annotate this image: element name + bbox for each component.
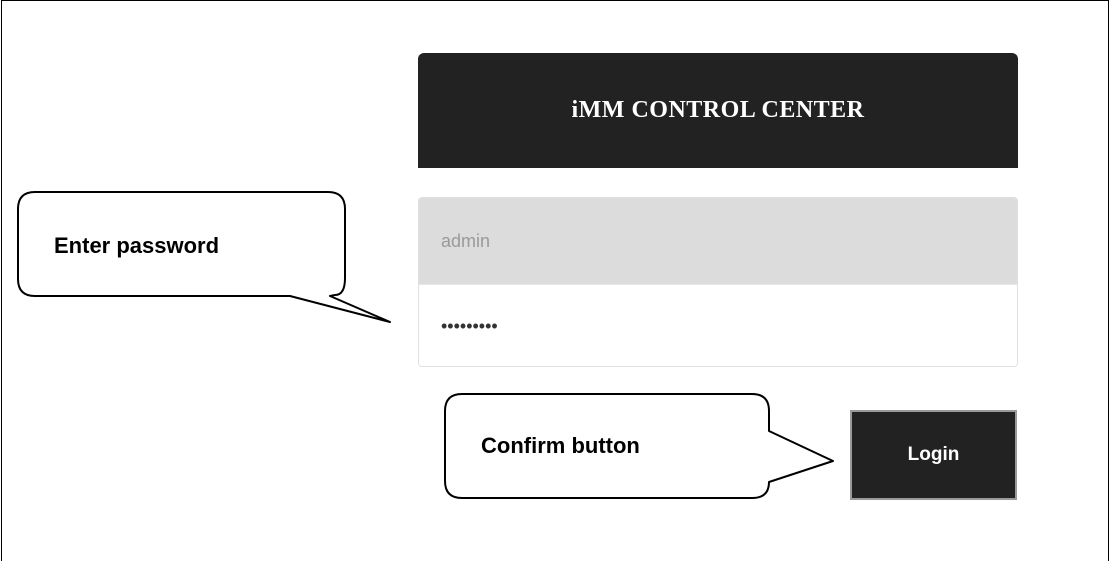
login-button[interactable]: Login xyxy=(850,410,1017,500)
app-title: iMM CONTROL CENTER xyxy=(571,97,865,123)
login-form xyxy=(418,197,1018,367)
password-callout-label: Enter password xyxy=(54,233,220,258)
app-header: iMM CONTROL CENTER xyxy=(418,53,1018,168)
password-field[interactable] xyxy=(419,284,1017,366)
username-field[interactable] xyxy=(419,198,1017,284)
button-callout-label: Confirm button xyxy=(481,433,640,458)
